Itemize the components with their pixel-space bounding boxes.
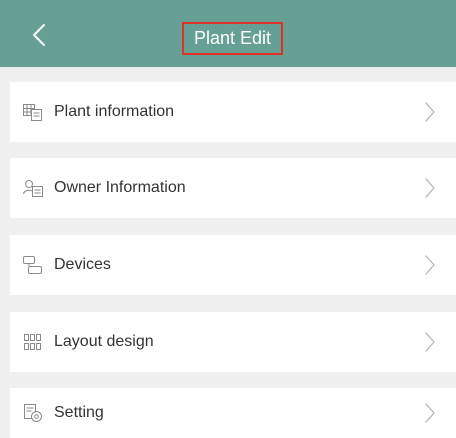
- chevron-left-icon: [33, 24, 45, 46]
- menu-item-label: Setting: [54, 404, 104, 421]
- menu-item-layout-design[interactable]: Layout design: [10, 312, 456, 372]
- header-bar: Plant Edit: [0, 0, 456, 67]
- layout-grid-icon: [22, 331, 44, 353]
- menu-item-setting[interactable]: Setting: [10, 388, 456, 438]
- chevron-right-icon: [424, 177, 436, 199]
- owner-card-icon: [22, 177, 44, 199]
- menu-item-label: Plant information: [54, 103, 175, 120]
- chevron-right-icon: [424, 254, 436, 276]
- settings-icon: [22, 402, 44, 424]
- menu-item-devices[interactable]: Devices: [10, 235, 456, 295]
- chevron-right-icon: [424, 402, 436, 424]
- plant-grid-icon: [22, 101, 44, 123]
- title-highlight: Plant Edit: [182, 22, 283, 55]
- menu-item-owner-information[interactable]: Owner Information: [10, 158, 456, 218]
- page-title: Plant Edit: [193, 28, 272, 48]
- menu-item-label: Devices: [54, 256, 111, 273]
- devices-icon: [22, 254, 44, 276]
- chevron-right-icon: [424, 331, 436, 353]
- menu-item-plant-information[interactable]: Plant information: [10, 82, 456, 142]
- menu-item-label: Owner Information: [54, 179, 186, 196]
- menu-item-label: Layout design: [54, 333, 154, 350]
- back-button[interactable]: [26, 19, 54, 51]
- chevron-right-icon: [424, 101, 436, 123]
